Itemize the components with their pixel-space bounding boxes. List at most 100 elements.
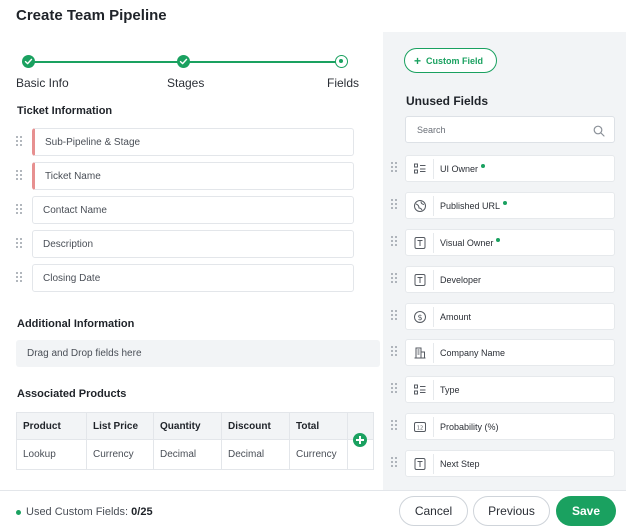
unused-field-visual-owner[interactable]: Visual Owner [391,229,615,256]
unused-field-box[interactable]: Developer [405,266,615,293]
unused-field-box[interactable]: Company Name [405,339,615,366]
column-divider [86,413,87,469]
field-contact-name[interactable]: Contact Name [16,196,354,224]
unused-field-published-url[interactable]: Published URL [391,192,615,219]
divider [433,196,434,216]
column-divider [347,413,348,469]
drag-handle-icon[interactable] [391,346,399,358]
table-header: Product List Price Quantity Discount Tot… [17,413,373,440]
modal-header: Create Team Pipeline [0,0,626,32]
field-sub-pipeline[interactable]: Sub-Pipeline & Stage [16,128,354,156]
divider [433,159,434,179]
field-description[interactable]: Description [16,230,354,258]
number-icon: 12 [413,420,427,434]
divider [433,270,434,290]
cancel-button[interactable]: Cancel [399,496,468,526]
drag-handle-icon[interactable] [391,162,399,174]
products-title: Associated Products [17,388,127,400]
custom-field-dot [503,201,508,205]
column-header: Quantity [160,421,201,432]
field-name-wrap: Visual Owner [440,238,501,248]
drag-handle-icon[interactable] [391,273,399,285]
divider [433,343,434,363]
field-label: Ticket Name [45,171,101,182]
field-name: UI Owner [440,164,479,174]
search-placeholder: Search [417,125,446,135]
field-closing-date[interactable]: Closing Date [16,264,354,292]
custom-field-button[interactable]: + Custom Field [404,48,497,73]
text-field-icon [413,457,427,471]
field-box[interactable]: Contact Name [32,196,354,224]
drag-handle-icon[interactable] [391,236,399,248]
unused-field-next-step[interactable]: Next Step [391,450,615,477]
page-title: Create Team Pipeline [16,7,167,24]
field-name: Developer [440,275,482,285]
field-box[interactable]: Sub-Pipeline & Stage [32,128,354,156]
ticket-info-title: Ticket Information [17,105,113,117]
unused-fields-title: Unused Fields [406,94,489,108]
drag-handle-icon[interactable] [16,272,24,284]
used-custom-fields: Used Custom Fields: 0/25 [16,506,153,518]
products-table: Product List Price Quantity Discount Tot… [16,412,374,470]
field-box[interactable]: Description [32,230,354,258]
used-value: 0/25 [131,506,153,518]
globe-icon [413,199,427,213]
svg-text:12: 12 [417,425,423,431]
field-box[interactable]: Closing Date [32,264,354,292]
unused-field-box[interactable]: Type [405,376,615,403]
field-ticket-name[interactable]: Ticket Name [16,162,354,190]
field-label: Sub-Pipeline & Stage [45,137,141,148]
building-icon [413,346,427,360]
unused-field-box[interactable]: Published URL [405,192,615,219]
unused-field-amount[interactable]: $ Amount [391,303,615,330]
drag-handle-icon[interactable] [16,170,24,182]
drop-zone[interactable]: Drag and Drop fields here [16,340,380,367]
step-label: Basic Info [16,76,69,90]
drag-handle-icon[interactable] [391,383,399,395]
unused-field-box[interactable]: 12 Probability (%) [405,413,615,440]
column-divider [153,413,154,469]
unused-field-type[interactable]: Type [391,376,615,403]
unused-field-company-name[interactable]: Company Name [391,339,615,366]
custom-field-dot [496,238,501,242]
table-cell: Decimal [228,449,265,460]
modal-footer: Used Custom Fields: 0/25 Cancel Previous… [0,490,626,530]
unused-field-box[interactable]: UI Owner [405,155,615,182]
field-label: Description [43,239,94,250]
column-divider [221,413,222,469]
drag-handle-icon[interactable] [16,238,24,250]
drag-handle-icon[interactable] [391,420,399,432]
current-step-icon [335,55,348,68]
field-name: Type [440,385,460,395]
text-field-icon [413,273,427,287]
additional-info-title: Additional Information [17,318,135,330]
plus-icon: + [414,54,422,68]
currency-icon: $ [413,310,427,324]
search-icon[interactable] [593,124,605,142]
previous-button[interactable]: Previous [473,496,550,526]
unused-field-box[interactable]: $ Amount [405,303,615,330]
unused-field-ui-owner[interactable]: UI Owner [391,155,615,182]
column-header: Product [23,421,61,432]
drag-handle-icon[interactable] [391,310,399,322]
drag-handle-icon[interactable] [391,457,399,469]
drag-handle-icon[interactable] [391,199,399,211]
picklist-icon [413,162,427,176]
unused-field-probability[interactable]: 12 Probability (%) [391,413,615,440]
drag-handle-icon[interactable] [16,136,24,148]
drag-handle-icon[interactable] [16,204,24,216]
divider [433,454,434,474]
unused-field-box[interactable]: Visual Owner [405,229,615,256]
status-dot-icon [16,509,21,515]
field-label: Contact Name [43,205,107,216]
search-input[interactable]: Search [405,116,615,143]
picklist-icon [413,383,427,397]
add-column-icon[interactable] [353,433,367,447]
unused-field-box[interactable]: Next Step [405,450,615,477]
unused-field-developer[interactable]: Developer [391,266,615,293]
field-box[interactable]: Ticket Name [32,162,354,190]
table-cell: Lookup [23,449,56,460]
divider [433,380,434,400]
save-button[interactable]: Save [556,496,616,526]
custom-field-dot [481,164,486,168]
